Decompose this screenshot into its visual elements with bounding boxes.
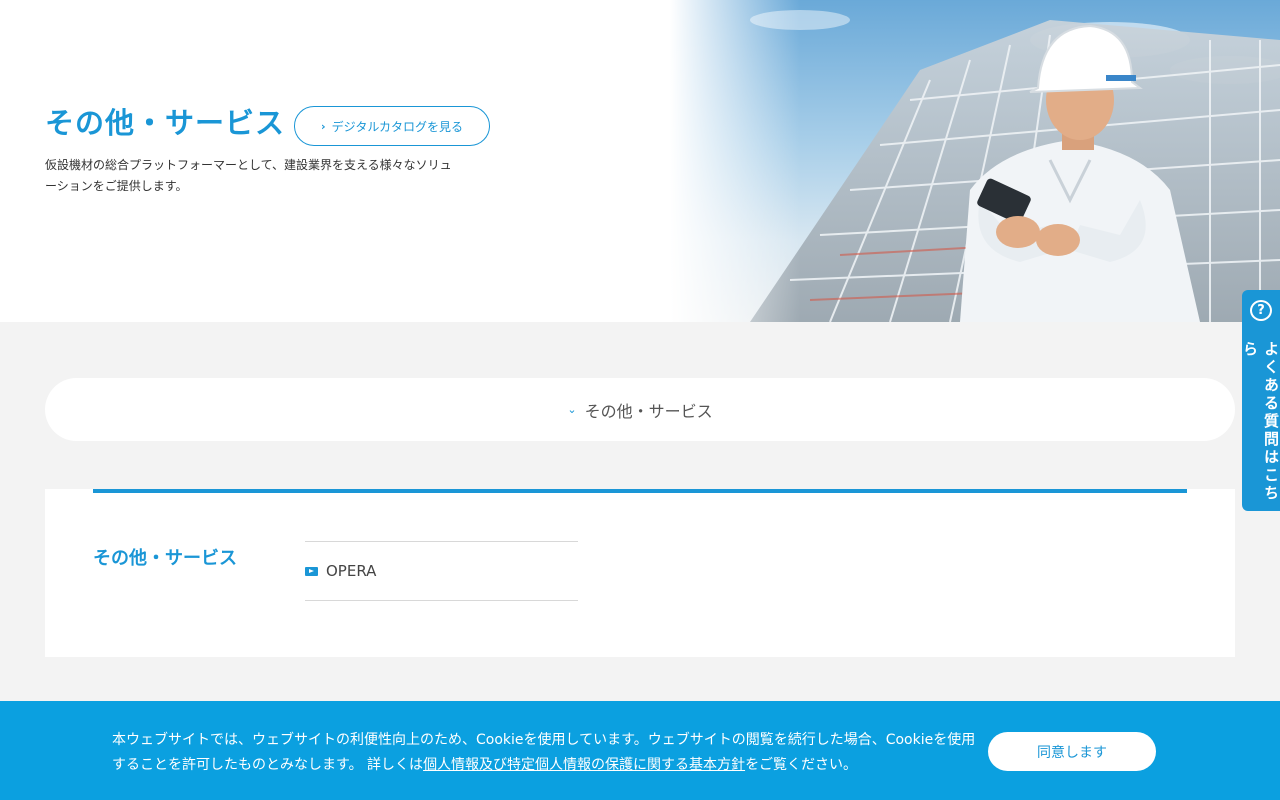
- digital-catalog-button[interactable]: › デジタルカタログを見る: [294, 106, 490, 146]
- digital-catalog-label: デジタルカタログを見る: [331, 119, 463, 134]
- list-item-label: OPERA: [326, 562, 377, 580]
- hero: その他・サービス › デジタルカタログを見る 仮設機材の総合プラットフォーマーと…: [0, 0, 1280, 322]
- panel-accent-bar: [93, 489, 1187, 493]
- video-icon: [305, 566, 318, 576]
- accordion-label: その他・サービス: [584, 401, 713, 421]
- page-title: その他・サービス: [45, 106, 286, 140]
- cookie-text: 本ウェブサイトでは、ウェブサイトの利便性向上のため、Cookieを使用しています…: [112, 728, 982, 778]
- faq-side-tab[interactable]: ? よくある質問はこちら: [1241, 290, 1280, 511]
- chevron-down-icon: ⌄: [567, 403, 577, 416]
- service-list: OPERA: [305, 541, 578, 601]
- category-accordion[interactable]: ⌄ その他・サービス: [45, 378, 1235, 441]
- service-panel: その他・サービス OPERA: [45, 489, 1235, 657]
- cookie-text-end: をご覧ください。: [745, 757, 858, 773]
- cookie-banner: 本ウェブサイトでは、ウェブサイトの利便性向上のため、Cookieを使用しています…: [0, 701, 1280, 800]
- section-heading: その他・サービス: [93, 548, 237, 569]
- faq-label: よくある質問はこちら: [1241, 341, 1280, 503]
- privacy-policy-link[interactable]: 個人情報及び特定個人情報の保護に関する基本方針: [423, 757, 745, 773]
- question-circle-icon: ?: [1250, 300, 1272, 321]
- hero-image: [670, 0, 1280, 322]
- hero-description: 仮設機材の総合プラットフォーマーとして、建設業界を支える様々なソリューションをご…: [45, 158, 452, 193]
- cookie-agree-button[interactable]: 同意します: [988, 732, 1156, 771]
- list-item-opera[interactable]: OPERA: [305, 542, 578, 600]
- chevron-right-icon: ›: [321, 119, 326, 133]
